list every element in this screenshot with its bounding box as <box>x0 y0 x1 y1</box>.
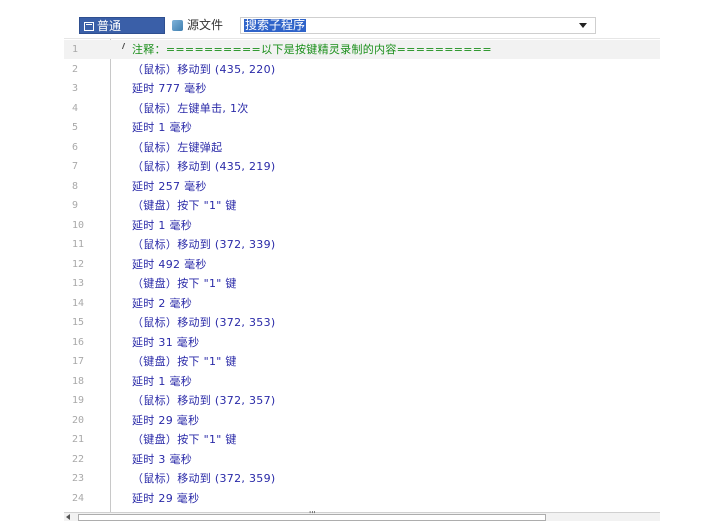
code-line[interactable]: 2 （鼠标）移动到 (435, 220) <box>64 60 660 79</box>
subroutine-search-combobox[interactable]: 搜索子程序 <box>240 17 596 34</box>
code-line[interactable]: 22 延时 3 毫秒 <box>64 450 660 469</box>
text-caret <box>121 43 126 49</box>
code-line[interactable]: 13 （键盘）按下 "1" 键 <box>64 274 660 293</box>
line-number: 23 <box>72 473 85 484</box>
code-text[interactable]: （鼠标）左键单击, 1次 <box>132 99 249 118</box>
code-line[interactable]: 14 延时 2 毫秒 <box>64 294 660 313</box>
horizontal-scrollbar[interactable]: ''' <box>64 510 660 521</box>
code-text[interactable]: （鼠标）移动到 (372, 359) <box>132 469 275 488</box>
code-line[interactable]: 10 延时 1 毫秒 <box>64 216 660 235</box>
tab-normal[interactable]: 普通 <box>79 17 165 34</box>
source-file-icon <box>172 20 183 31</box>
code-text[interactable]: （键盘）按下 "1" 键 <box>132 430 237 449</box>
code-text[interactable]: 延时 31 毫秒 <box>132 333 199 352</box>
tab-normal-label: 普通 <box>97 19 122 33</box>
code-line[interactable]: 17 （键盘）按下 "1" 键 <box>64 352 660 371</box>
code-line[interactable]: 12 延时 492 毫秒 <box>64 255 660 274</box>
scrollbar-grip: ''' <box>309 510 316 519</box>
line-number: 1 <box>72 44 79 55</box>
line-number: 9 <box>72 200 79 211</box>
code-line[interactable]: 3 延时 777 毫秒 <box>64 79 660 98</box>
code-line[interactable]: 24 延时 29 毫秒 <box>64 489 660 508</box>
line-number: 8 <box>72 180 79 192</box>
code-text[interactable]: （键盘）按下 "1" 键 <box>132 274 237 293</box>
code-text[interactable]: （鼠标）移动到 (435, 220) <box>132 60 275 79</box>
code-text[interactable]: （鼠标）移动到 (372, 339) <box>132 235 275 254</box>
code-text[interactable]: 延时 1 毫秒 <box>132 372 192 391</box>
code-line[interactable]: 6 （鼠标）左键弹起 <box>64 138 660 157</box>
line-number: 7 <box>72 161 79 172</box>
code-text[interactable]: （键盘）按下 "1" 键 <box>132 196 237 215</box>
code-line[interactable]: 19 （鼠标）移动到 (372, 357) <box>64 391 660 410</box>
code-text[interactable]: （鼠标）移动到 (372, 357) <box>132 391 275 410</box>
code-text[interactable]: （鼠标）移动到 (372, 353) <box>132 313 275 332</box>
code-line[interactable]: 21 （键盘）按下 "1" 键 <box>64 430 660 449</box>
line-number: 17 <box>72 356 85 367</box>
tab-source[interactable]: 源文件 <box>170 17 240 34</box>
code-text[interactable]: （鼠标）左键弹起 <box>132 138 222 157</box>
code-line[interactable]: 16 延时 31 毫秒 <box>64 333 660 352</box>
code-text[interactable]: 延时 29 毫秒 <box>132 411 199 430</box>
code-text[interactable]: 延时 257 毫秒 <box>132 177 207 196</box>
code-line[interactable]: 1 注释：==========以下是按键精灵录制的内容========== <box>64 40 660 59</box>
line-number: 4 <box>72 102 79 114</box>
code-text[interactable]: 延时 492 毫秒 <box>132 255 207 274</box>
script-editor[interactable]: 1 注释：==========以下是按键精灵录制的内容========== 2 （鼠标… <box>64 38 660 513</box>
code-line[interactable]: 23 （鼠标）移动到 (372, 359) <box>64 469 660 488</box>
line-number: 5 <box>72 122 79 133</box>
line-number: 10 <box>72 219 85 231</box>
line-number: 19 <box>72 395 85 406</box>
line-number: 21 <box>72 434 85 445</box>
line-number: 13 <box>72 278 85 289</box>
line-number: 24 <box>72 492 85 504</box>
code-line[interactable]: 18 延时 1 毫秒 <box>64 372 660 391</box>
line-number: 16 <box>72 336 85 348</box>
tab-source-label: 源文件 <box>187 18 224 32</box>
code-text[interactable]: 延时 1 毫秒 <box>132 118 192 137</box>
scroll-left-arrow-icon[interactable] <box>66 514 70 520</box>
normal-view-icon <box>84 22 94 31</box>
chevron-down-icon[interactable] <box>579 23 587 28</box>
code-line[interactable]: 5 延时 1 毫秒 <box>64 118 660 137</box>
code-text[interactable]: 延时 3 毫秒 <box>132 450 192 469</box>
line-number: 22 <box>72 453 85 465</box>
code-text[interactable]: 延时 777 毫秒 <box>132 79 207 98</box>
code-text[interactable]: 延时 2 毫秒 <box>132 294 192 313</box>
line-number: 11 <box>72 239 85 250</box>
line-number: 6 <box>72 141 79 153</box>
code-text[interactable]: （鼠标）移动到 (435, 219) <box>132 157 275 176</box>
code-line[interactable]: 4 （鼠标）左键单击, 1次 <box>64 99 660 118</box>
code-line[interactable]: 7 （鼠标）移动到 (435, 219) <box>64 157 660 176</box>
line-number: 20 <box>72 414 85 426</box>
code-text[interactable]: （键盘）按下 "1" 键 <box>132 352 237 371</box>
line-number: 15 <box>72 317 85 328</box>
search-input-value[interactable]: 搜索子程序 <box>244 19 307 32</box>
code-line[interactable]: 20 延时 29 毫秒 <box>64 411 660 430</box>
line-number: 14 <box>72 297 85 309</box>
line-number: 12 <box>72 258 85 270</box>
toolbar: 普通 源文件 搜索子程序 <box>0 0 724 38</box>
code-line[interactable]: 9 （键盘）按下 "1" 键 <box>64 196 660 215</box>
code-line[interactable]: 11 （鼠标）移动到 (372, 339) <box>64 235 660 254</box>
line-number: 2 <box>72 63 79 75</box>
scrollbar-thumb[interactable]: ''' <box>78 510 546 521</box>
code-text[interactable]: 延时 29 毫秒 <box>132 489 199 508</box>
code-line[interactable]: 15 （鼠标）移动到 (372, 353) <box>64 313 660 332</box>
line-number: 18 <box>72 375 85 387</box>
code-text[interactable]: 延时 1 毫秒 <box>132 216 192 235</box>
code-line[interactable]: 8 延时 257 毫秒 <box>64 177 660 196</box>
comment-text[interactable]: 注释：==========以下是按键精灵录制的内容========== <box>132 40 492 59</box>
line-number: 3 <box>72 83 79 94</box>
